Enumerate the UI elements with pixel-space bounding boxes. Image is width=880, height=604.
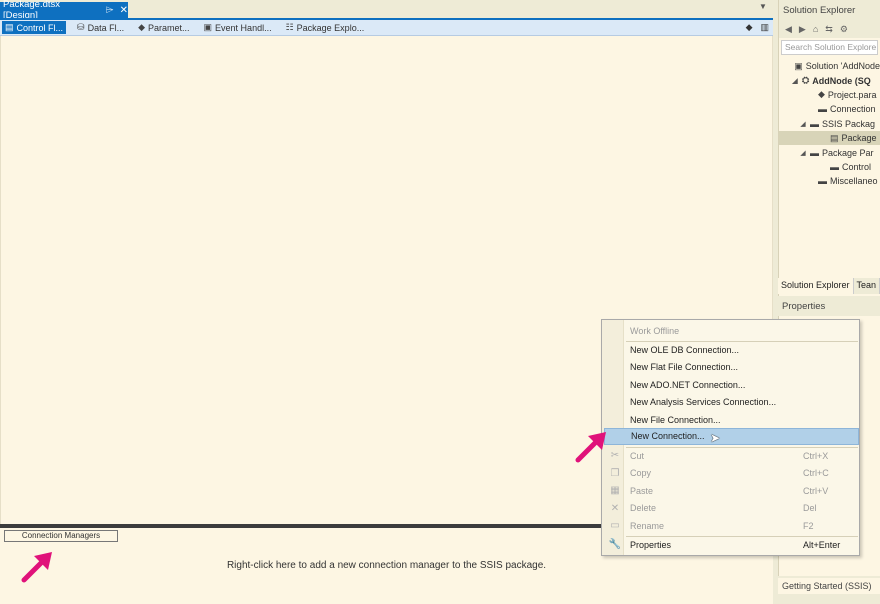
package-explorer-icon: ☷ (285, 22, 294, 32)
rename-icon: ▭ (610, 520, 620, 532)
chevron-down-icon[interactable]: ▼ (756, 2, 770, 16)
menu-item-new-analysis-services-connection[interactable]: New Analysis Services Connection... (604, 394, 859, 412)
menu-item-copy[interactable]: ❐ Copy Ctrl+C (604, 465, 859, 483)
parameters-icon: ◆ (138, 22, 146, 32)
data-flow-icon: ⛁ (77, 22, 85, 32)
wrench-icon: 🔧 (608, 539, 622, 551)
copy-icon: ❐ (610, 467, 620, 479)
tab-solution-explorer[interactable]: Solution Explorer (778, 278, 854, 294)
solution-explorer-toolbar: ◀ ▶ ⌂ ⇆ ⚙ (779, 20, 880, 38)
menu-item-new-file-connection[interactable]: New File Connection... (604, 411, 859, 429)
menu-item-paste[interactable]: ▦ Paste Ctrl+V (604, 482, 859, 500)
home-icon[interactable]: ⌂ (813, 24, 818, 34)
solution-tree: ▣ Solution 'AddNode ◢ ⛭ AddNode (SQ ◆ Pr… (779, 59, 880, 189)
tab-label: Data Fl... (87, 22, 125, 33)
solution-icon: ▣ (794, 60, 803, 71)
context-menu: Work Offline New OLE DB Connection... Ne… (601, 319, 860, 556)
tree-item-solution[interactable]: ▣ Solution 'AddNode (779, 59, 880, 73)
menu-item-rename[interactable]: ▭ Rename F2 (604, 517, 859, 535)
solution-explorer-bottom-tabs: Solution Explorer Tean (778, 278, 880, 294)
tab-event-handlers[interactable]: ▣ Event Handl... (201, 21, 275, 34)
menu-item-cut[interactable]: ✂ Cut Ctrl+X (604, 447, 859, 465)
control-flow-icon: ▤ (5, 22, 14, 32)
folder-icon: ▬ (818, 176, 827, 187)
tab-package-explorer[interactable]: ☷ Package Explo... (283, 21, 368, 34)
pin-icon[interactable]: ⌲ (106, 5, 114, 16)
menu-item-delete[interactable]: ✕ Delete Del (604, 500, 859, 518)
paste-icon: ▦ (610, 485, 620, 497)
connection-managers-tab[interactable]: Connection Managers (4, 530, 118, 542)
event-handlers-icon: ▣ (203, 22, 213, 32)
folder-icon: ▬ (830, 161, 839, 172)
menu-item-new-oledb-connection[interactable]: New OLE DB Connection... (604, 341, 859, 359)
chevron-expanded-icon[interactable]: ◢ (799, 149, 807, 157)
solution-explorer-title: Solution Explorer (779, 0, 880, 20)
tab-label: Paramet... (148, 22, 190, 33)
properties-title: Properties (778, 298, 880, 316)
tab-getting-started[interactable]: Getting Started (SSIS) (778, 578, 880, 594)
document-tab-package-design[interactable]: Package.dtsx [Design] ⌲ ✕ (0, 0, 128, 21)
annotation-arrow-icon (575, 432, 606, 463)
designer-tab-bar: ▤ Control Fl... ⛁ Data Fl... ◆ Paramet..… (0, 20, 773, 36)
project-icon: ⛭ (802, 75, 810, 86)
mouse-cursor-icon: ➤ (710, 431, 721, 445)
forward-icon[interactable]: ▶ (799, 24, 806, 35)
tab-label: Event Handl... (215, 22, 272, 33)
chevron-expanded-icon[interactable]: ◢ (791, 77, 799, 85)
folder-icon: ▬ (810, 147, 819, 158)
solution-explorer-search-input[interactable]: Search Solution Explore (781, 40, 878, 55)
tree-item-package[interactable]: ▤ Package (779, 130, 880, 146)
tree-item-project[interactable]: ◢ ⛭ AddNode (SQ (779, 73, 880, 87)
tree-item-ssis-packages[interactable]: ◢ ▬ SSIS Packag (779, 117, 880, 131)
folder-icon: ▬ (818, 104, 827, 115)
tree-item-project-params[interactable]: ◆ Project.para (779, 88, 880, 102)
back-icon[interactable]: ◀ (785, 24, 792, 35)
toolbox-icon[interactable]: ▥ (760, 22, 769, 33)
params-file-icon: ◆ (818, 89, 825, 100)
menu-item-properties[interactable]: 🔧 Properties Alt+Enter (604, 536, 859, 554)
close-icon[interactable]: ✕ (120, 5, 128, 16)
delete-icon: ✕ (610, 502, 620, 514)
tree-item-miscellaneous[interactable]: ▬ Miscellaneo (779, 174, 880, 188)
sync-icon[interactable]: ⇆ (825, 24, 833, 35)
menu-item-new-adonet-connection[interactable]: New ADO.NET Connection... (604, 376, 859, 394)
annotation-arrow-icon (21, 552, 52, 583)
tab-parameters[interactable]: ◆ Paramet... (135, 21, 192, 34)
solution-explorer-panel: Solution Explorer ◀ ▶ ⌂ ⇆ ⚙ Search Solut… (778, 0, 880, 296)
tab-data-flow[interactable]: ⛁ Data Fl... (74, 21, 127, 34)
variables-icon[interactable]: ◆ (746, 22, 753, 33)
connection-managers-hint: Right-click here to add a new connection… (226, 560, 547, 571)
tab-control-flow[interactable]: ▤ Control Fl... (2, 21, 67, 34)
menu-item-new-connection[interactable]: New Connection... (604, 427, 859, 445)
tab-label: Package Explo... (296, 22, 365, 33)
settings-icon[interactable]: ⚙ (840, 24, 848, 35)
tree-item-connection[interactable]: ▬ Connection (779, 102, 880, 116)
folder-icon: ▬ (810, 118, 819, 129)
tree-item-control[interactable]: ▬ Control (779, 160, 880, 174)
package-file-icon: ▤ (830, 132, 839, 143)
menu-item-new-flat-file-connection[interactable]: New Flat File Connection... (604, 359, 859, 377)
tab-label: Control Fl... (16, 22, 64, 33)
tree-item-package-parts[interactable]: ◢ ▬ Package Par (779, 145, 880, 159)
chevron-expanded-icon[interactable]: ◢ (799, 120, 807, 128)
menu-item-work-offline[interactable]: Work Offline (604, 322, 859, 340)
tab-team[interactable]: Tean (854, 278, 880, 294)
